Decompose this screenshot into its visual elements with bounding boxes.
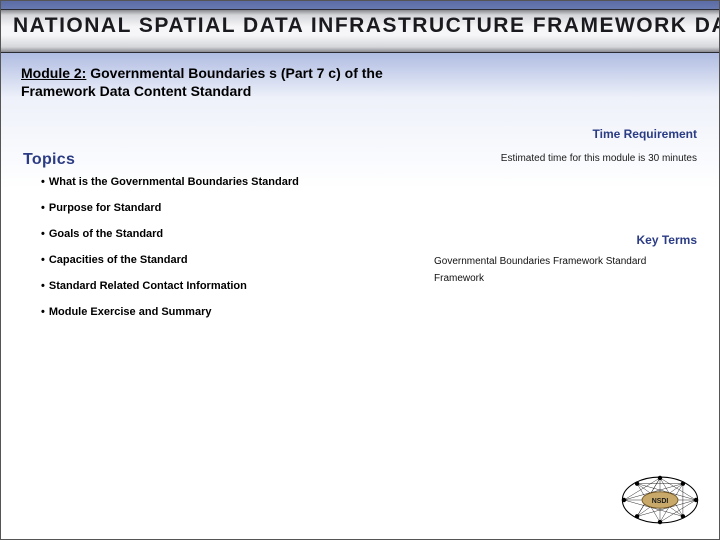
topic-label: Standard Related Contact Information [49,280,247,292]
list-item: • Capacities of the Standard [41,254,391,266]
bullet-icon: • [41,228,45,240]
list-item: • Purpose for Standard [41,202,391,214]
slide: NATIONAL SPATIAL DATA INFRASTRUCTURE FRA… [0,0,720,540]
bullet-icon: • [41,280,45,292]
key-terms-heading: Key Terms [637,233,697,247]
topics-list: • What is the Governmental Boundaries St… [41,176,391,332]
key-term: Governmental Boundaries Framework Standa… [434,253,699,270]
list-item: • Module Exercise and Summary [41,306,391,318]
module-title-underlined: Module 2: [21,65,86,81]
list-item: • Standard Related Contact Information [41,280,391,292]
list-item: • What is the Governmental Boundaries St… [41,176,391,188]
module-title-rest1: Governmental Boundaries s (Part 7 c) of … [86,65,382,81]
module-title-line2: Framework Data Content Standard [21,83,251,99]
list-item: • Goals of the Standard [41,228,391,240]
header-band: NATIONAL SPATIAL DATA INFRASTRUCTURE FRA… [1,9,719,53]
logo-text: NSDI [652,498,669,505]
key-terms-box: Governmental Boundaries Framework Standa… [434,253,699,287]
topic-label: Module Exercise and Summary [49,306,212,318]
topic-label: What is the Governmental Boundaries Stan… [49,176,299,188]
bullet-icon: • [41,254,45,266]
time-requirement-text: Estimated time for this module is 30 min… [501,153,697,164]
topic-label: Capacities of the Standard [49,254,188,266]
nsdi-logo: NSDI [619,473,701,527]
bullet-icon: • [41,202,45,214]
topic-label: Purpose for Standard [49,202,161,214]
key-term: Framework [434,270,699,287]
bullet-icon: • [41,176,45,188]
topics-heading: Topics [23,151,75,169]
bullet-icon: • [41,306,45,318]
topic-label: Goals of the Standard [49,228,163,240]
header-title: NATIONAL SPATIAL DATA INFRASTRUCTURE FRA… [13,14,719,38]
time-requirement-heading: Time Requirement [593,127,697,141]
module-title: Module 2: Governmental Boundaries s (Par… [21,65,421,100]
